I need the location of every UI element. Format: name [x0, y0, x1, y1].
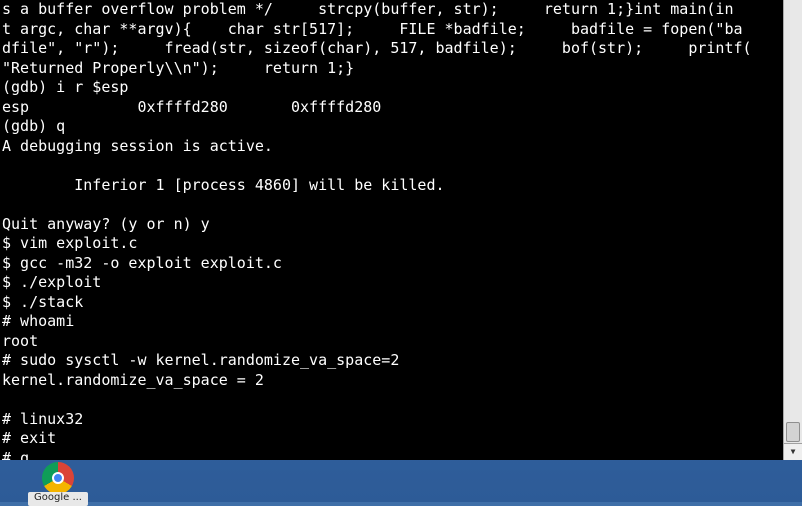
terminal-line: # sudo sysctl -w kernel.randomize_va_spa…	[2, 351, 400, 369]
desktop-shortcut-chrome[interactable]: Google ...	[28, 462, 88, 506]
terminal-line: esp 0xffffd280 0xffffd280	[2, 97, 382, 116]
terminal-line: # exit	[2, 429, 57, 447]
terminal-line: # q	[2, 448, 30, 461]
terminal-line: Inferior 1 [process 4860] will be killed…	[2, 175, 445, 194]
scroll-down-arrow-icon[interactable]: ▼	[784, 443, 802, 460]
terminal-scrollbar[interactable]: ▼	[783, 0, 802, 460]
terminal-line: # linux32	[2, 409, 84, 428]
terminal-window[interactable]: s a buffer overflow problem */ strcpy(bu…	[0, 0, 802, 460]
terminal-line: root	[2, 331, 39, 350]
terminal-line: t argc, char **argv){ char str[517]; FIL…	[2, 19, 743, 38]
desktop-shortcut-label: Google ...	[28, 492, 88, 506]
terminal-line: (gdb) i r $esp	[2, 78, 129, 96]
scrollbar-thumb[interactable]	[786, 422, 800, 442]
chrome-icon[interactable]	[42, 462, 74, 494]
terminal-line: $ ./stack	[2, 292, 84, 311]
terminal-line: (gdb) q	[2, 117, 66, 135]
terminal-line: $ ./exploit	[2, 273, 102, 291]
terminal-line: $ vim exploit.c	[2, 234, 138, 252]
terminal-line: kernel.randomize_va_space = 2	[2, 370, 264, 389]
terminal-output[interactable]: s a buffer overflow problem */ strcpy(bu…	[0, 0, 784, 460]
terminal-line: s a buffer overflow problem */ strcpy(bu…	[2, 0, 734, 18]
terminal-line: # whoami	[2, 312, 75, 330]
terminal-line: $ gcc -m32 -o exploit exploit.c	[2, 253, 282, 272]
terminal-line: Quit anyway? (y or n) y	[2, 214, 210, 233]
terminal-line: dfile", "r"); fread(str, sizeof(char), 5…	[2, 39, 752, 57]
terminal-line: "Returned Properly\\n"); return 1;}	[2, 58, 355, 77]
terminal-line: A debugging session is active.	[2, 136, 273, 155]
